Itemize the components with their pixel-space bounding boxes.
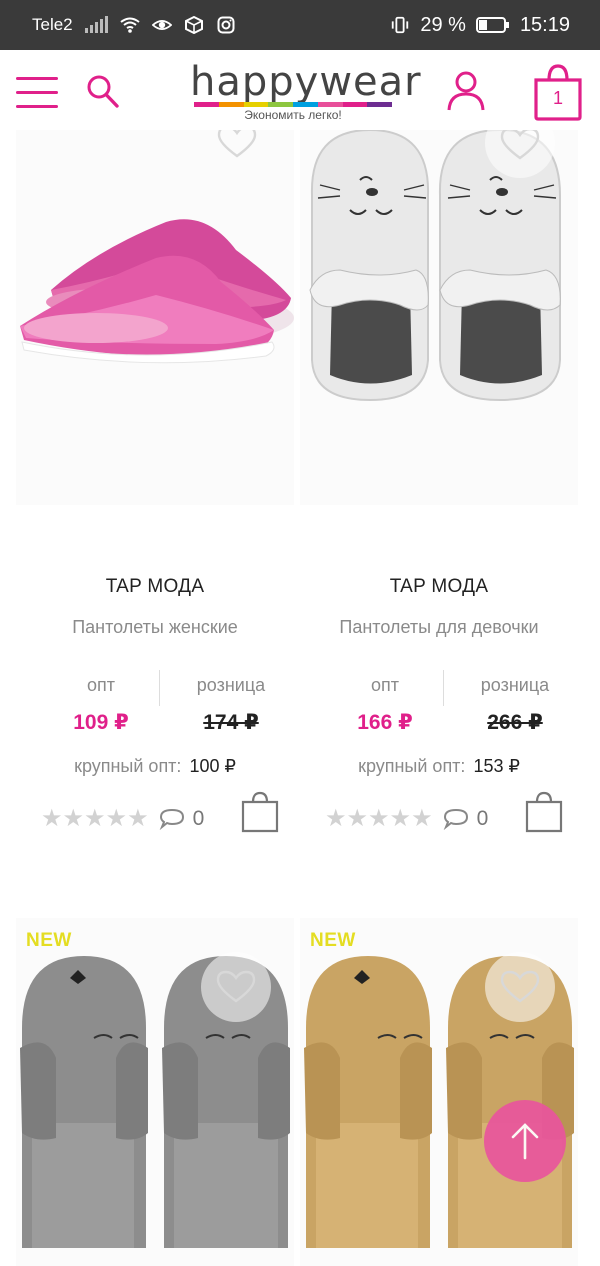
carrier-label: Tele2	[32, 15, 73, 34]
heart-icon[interactable]	[216, 130, 258, 160]
comment-icon	[159, 808, 184, 830]
battery-icon	[475, 17, 509, 33]
product-card[interactable]: NEW	[16, 918, 294, 1266]
retail-price: 174 ₽	[203, 711, 259, 734]
eye-icon	[151, 20, 172, 30]
opt-price-block: опт 109 ₽	[56, 675, 146, 735]
bulk-price: 153 ₽	[473, 756, 520, 776]
logo-stripe	[293, 102, 318, 107]
vibrate-icon	[392, 16, 409, 34]
search-icon[interactable]	[86, 74, 120, 110]
logo-stripe	[317, 102, 343, 107]
comments[interactable]: 0	[159, 806, 205, 831]
opt-price: 166 ₽	[357, 711, 413, 734]
bulk-label: крупный опт:	[358, 756, 466, 776]
pink-slippers-image	[16, 130, 294, 505]
arrow-up-icon	[511, 1123, 539, 1160]
product-image[interactable]	[300, 130, 578, 505]
clock: 15:19	[519, 13, 570, 36]
opt-price-block: опт 166 ₽	[340, 675, 430, 735]
scroll-to-top-button[interactable]	[484, 1100, 566, 1182]
heart-icon[interactable]	[499, 130, 541, 162]
cat-slippers-image	[300, 130, 578, 505]
product-card[interactable]: TAP МОДА Пантолеты для девочки опт 166 ₽…	[300, 130, 578, 850]
new-badge: NEW	[26, 930, 72, 951]
opt-price: 109 ₽	[73, 711, 129, 734]
price-divider	[159, 670, 160, 706]
logo-stripe	[243, 102, 269, 107]
bulk-price-row: крупный опт: 100 ₽	[16, 756, 294, 777]
comment-icon	[443, 808, 468, 830]
bulk-label: крупный опт:	[74, 756, 182, 776]
retail-label: розница	[480, 675, 550, 695]
bag-icon[interactable]	[524, 790, 564, 834]
retail-label: розница	[196, 675, 266, 695]
product-image[interactable]: NEW	[16, 918, 294, 1266]
product-image[interactable]: NEW	[300, 918, 578, 1266]
site-header: happywear Экономить легко! 1	[0, 50, 600, 130]
bag-icon[interactable]	[240, 790, 280, 834]
logo-stripe	[194, 102, 219, 107]
star-icon[interactable]: ★★★★★	[41, 804, 149, 833]
opt-label: опт	[370, 675, 399, 695]
retail-price: 266 ₽	[487, 711, 543, 734]
rating-row: ★★★★★ 0	[41, 804, 204, 833]
price-divider	[443, 670, 444, 706]
logo-text: happywear	[190, 59, 422, 105]
logo-stripe	[218, 102, 244, 107]
menu-icon[interactable]	[16, 77, 58, 109]
package-icon	[184, 16, 203, 34]
opt-label: опт	[86, 675, 115, 695]
cart-count: 1	[552, 88, 563, 108]
site-logo[interactable]: happywear Экономить легко!	[190, 59, 422, 122]
status-bar: Tele2 29 % 15:19	[0, 0, 600, 50]
product-brand[interactable]: TAP МОДА	[300, 576, 578, 598]
product-image[interactable]	[16, 130, 294, 505]
logo-tagline: Экономить легко!	[244, 108, 342, 122]
logo-stripe	[342, 102, 368, 107]
retail-price-block: розница 174 ₽	[176, 675, 286, 735]
logo-stripes	[194, 102, 392, 107]
product-card[interactable]: NEW	[300, 918, 578, 1266]
heart-icon[interactable]	[215, 969, 257, 1005]
product-name[interactable]: Пантолеты для девочки	[300, 617, 578, 638]
signal-icon	[84, 16, 108, 33]
comment-count: 0	[476, 806, 489, 830]
product-card[interactable]: TAP МОДА Пантолеты женские опт 109 ₽ роз…	[16, 130, 294, 850]
cart-button[interactable]: 1	[532, 62, 584, 122]
user-icon[interactable]	[446, 70, 486, 112]
rating-row: ★★★★★ 0	[325, 804, 488, 833]
product-brand[interactable]: TAP МОДА	[16, 576, 294, 598]
logo-stripe	[268, 102, 293, 107]
battery-percent: 29 %	[420, 13, 466, 36]
comment-count: 0	[192, 806, 205, 830]
instagram-icon	[217, 16, 235, 34]
retail-price-block: розница 266 ₽	[460, 675, 570, 735]
product-name[interactable]: Пантолеты женские	[16, 617, 294, 638]
logo-stripe	[367, 102, 392, 107]
bulk-price-row: крупный опт: 153 ₽	[300, 756, 578, 777]
heart-icon[interactable]	[499, 969, 541, 1005]
new-badge: NEW	[310, 930, 356, 951]
star-icon[interactable]: ★★★★★	[325, 804, 433, 833]
comments[interactable]: 0	[443, 806, 489, 831]
bulk-price: 100 ₽	[189, 756, 236, 776]
wifi-icon	[120, 17, 140, 33]
